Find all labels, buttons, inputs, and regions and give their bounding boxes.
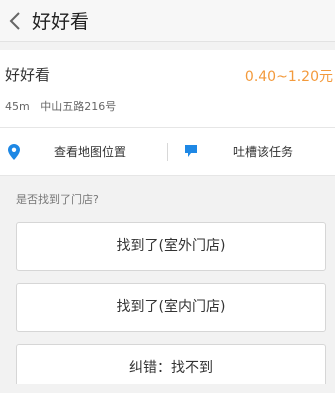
view-map-label: 查看地图位置 bbox=[54, 145, 127, 159]
shop-address-line: 45m 中山五路216号 bbox=[5, 98, 116, 114]
found-outdoor-button[interactable]: 找到了(室外门店) bbox=[16, 222, 326, 271]
reward-price: 0.40~1.20元 bbox=[244, 69, 333, 85]
back-button[interactable] bbox=[2, 0, 28, 42]
shop-distance: 45m bbox=[5, 100, 30, 113]
view-map-button[interactable]: 查看地图位置 bbox=[0, 128, 167, 176]
action-row: 查看地图位置 吐槽该任务 bbox=[0, 128, 335, 176]
page-title: 好好看 bbox=[32, 11, 90, 33]
complain-task-label: 吐槽该任务 bbox=[233, 145, 294, 159]
not-found-button[interactable]: 纠错：找不到 bbox=[16, 344, 326, 384]
found-indoor-button[interactable]: 找到了(室内门店) bbox=[16, 283, 326, 332]
shop-info-card: 好好看 0.40~1.20元 45m 中山五路216号 bbox=[0, 50, 335, 128]
shop-address: 中山五路216号 bbox=[40, 100, 117, 113]
map-pin-icon bbox=[8, 143, 20, 160]
complain-task-button[interactable]: 吐槽该任务 bbox=[168, 128, 335, 176]
chevron-left-icon bbox=[9, 11, 20, 30]
nav-bar: 好好看 bbox=[0, 0, 335, 42]
question-text: 是否找到了门店? bbox=[16, 193, 99, 206]
task-detail-page: 好好看 好好看 0.40~1.20元 45m 中山五路216号 查看地图位置 吐… bbox=[0, 0, 335, 393]
shop-name: 好好看 bbox=[5, 66, 51, 84]
comment-icon bbox=[185, 144, 197, 157]
